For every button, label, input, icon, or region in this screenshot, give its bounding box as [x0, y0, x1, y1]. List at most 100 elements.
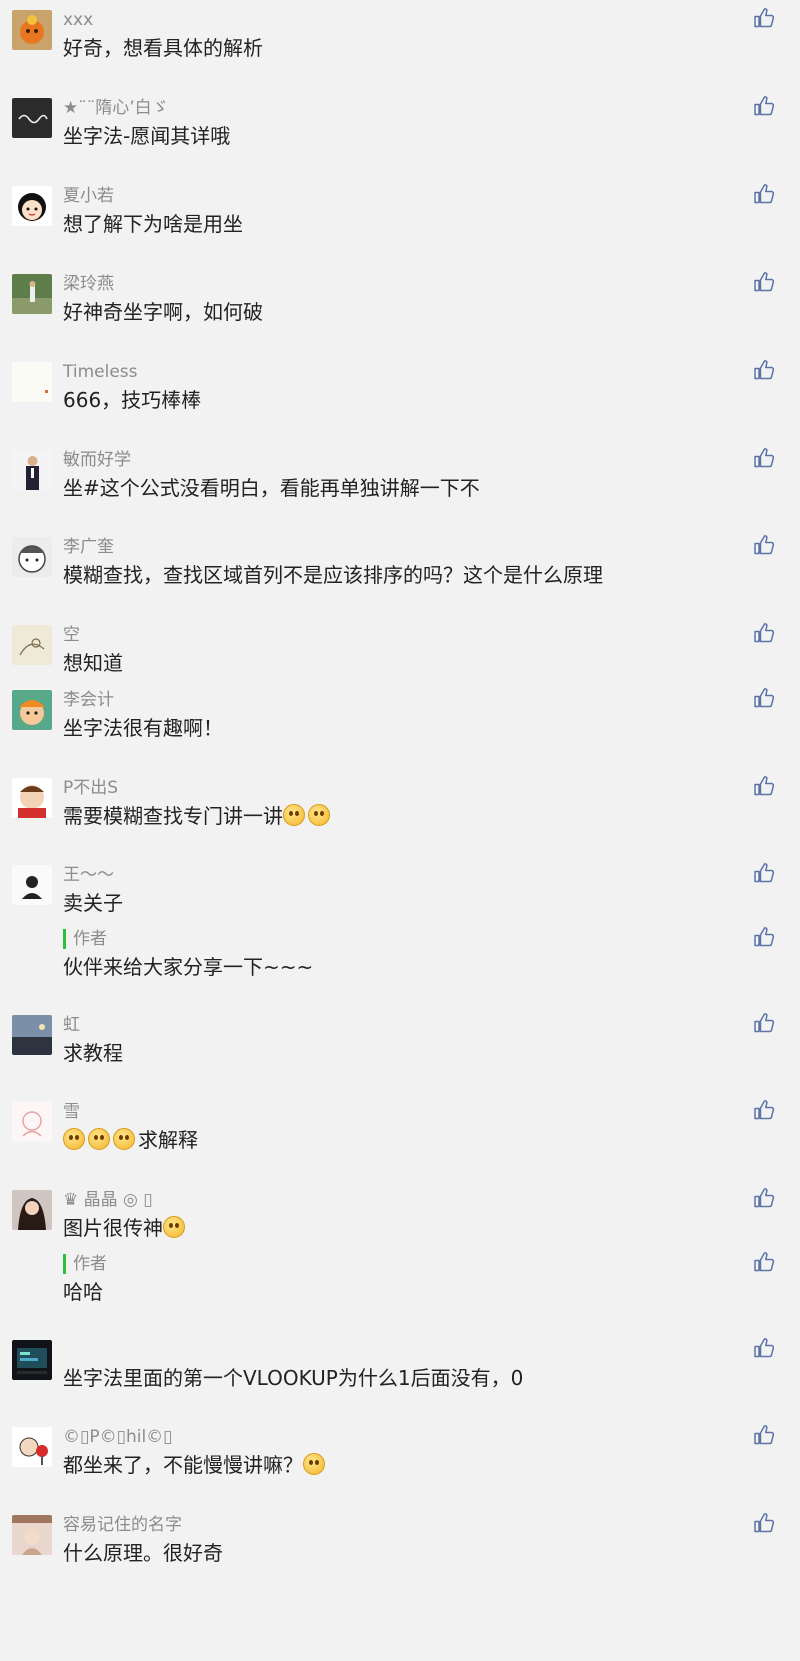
comment-text-content: 好神奇坐字啊，如何破	[63, 300, 263, 324]
comment-text: 卖关子	[63, 889, 123, 917]
avatar[interactable]	[12, 1102, 52, 1142]
comment-text-content: 求解释	[138, 1128, 198, 1152]
comment-text: 都坐来了，不能慢慢讲嘛？	[63, 1451, 328, 1479]
comment-text-content: 坐字法-愿闻其详哦	[63, 124, 231, 148]
avatar[interactable]	[12, 186, 52, 226]
comment-author-name: 王～～	[63, 865, 114, 885]
like-thumb-icon[interactable]	[752, 774, 776, 798]
author-reply-label: 作者	[63, 1254, 107, 1274]
comment-text: 好神奇坐字啊，如何破	[63, 298, 263, 326]
avatar[interactable]	[12, 537, 52, 577]
comment-item: 空想知道	[0, 615, 800, 685]
avatar[interactable]	[12, 1015, 52, 1055]
comment-text-content: 666，技巧棒棒	[63, 388, 202, 412]
like-thumb-icon[interactable]	[752, 533, 776, 557]
comment-text: 求教程	[63, 1039, 123, 1067]
comment-author-name: 李会计	[63, 690, 114, 710]
avatar[interactable]	[12, 1515, 52, 1555]
author-reply-text: 哈哈	[63, 1280, 103, 1304]
comment-text: 坐字法-愿闻其详哦	[63, 122, 230, 150]
comment-author-name: 夏小若	[63, 186, 114, 206]
grin-emoji-icon	[63, 1128, 85, 1150]
comment-text-content: 想了解下为啥是用坐	[63, 212, 243, 236]
comment-text: 模糊查找，查找区域首列不是应该排序的吗？这个是什么原理	[63, 561, 603, 589]
comment-text-content: 求教程	[63, 1041, 123, 1065]
comment-item: 雪求解释	[0, 1092, 800, 1162]
comment-item: P不出S 需要模糊查找专门讲一讲	[0, 768, 800, 838]
comment-text: 坐字法里面的第一个VLOOKUP为什么1后面没有，0	[63, 1364, 523, 1392]
reply-like-thumb-icon[interactable]	[752, 925, 776, 949]
comment-author-name: P不出S	[63, 778, 119, 798]
avatar[interactable]	[12, 362, 52, 402]
comment-text-content: 都坐来了，不能慢慢讲嘛？	[63, 1453, 303, 1477]
avatar[interactable]	[12, 274, 52, 314]
comment-text: 图片很传神	[63, 1214, 188, 1242]
like-thumb-icon[interactable]	[752, 94, 776, 118]
grin-emoji-icon	[303, 1453, 325, 1475]
comment-item: ©▯P©▯hil©▯ 都坐来了，不能慢慢讲嘛？	[0, 1417, 800, 1487]
like-thumb-icon[interactable]	[752, 621, 776, 645]
comment-text-content: 好奇，想看具体的解析	[63, 36, 263, 60]
comment-author-name: 雪	[63, 1102, 80, 1122]
avatar[interactable]	[12, 1190, 52, 1230]
grin-emoji-icon	[113, 1128, 135, 1150]
like-thumb-icon[interactable]	[752, 446, 776, 470]
like-thumb-icon[interactable]	[752, 1098, 776, 1122]
comment-list: xxx 好奇，想看具体的解析 ★¨¨隋心’白ゞ坐字法-愿闻其详哦夏小若想了解下为啥是…	[0, 0, 800, 1661]
comment-text-content: 想知道	[63, 651, 123, 675]
comment-author-name: 敏而好学	[63, 450, 131, 470]
comment-author-name: 空	[63, 625, 80, 645]
like-thumb-icon[interactable]	[752, 1011, 776, 1035]
avatar[interactable]	[12, 10, 52, 50]
comment-author-name: 梁玲燕	[63, 274, 114, 294]
comment-text: 需要模糊查找专门讲一讲	[63, 802, 333, 830]
comment-text: 想了解下为啥是用坐	[63, 210, 243, 238]
comment-author-name: ★¨¨隋心’白ゞ	[63, 98, 169, 118]
comment-text-content: 卖关子	[63, 891, 123, 915]
comment-text: 666，技巧棒棒	[63, 386, 201, 414]
comment-text-content: 什么原理。很好奇	[63, 1541, 223, 1565]
comment-text: 坐字法很有趣啊！	[63, 714, 223, 742]
comment-author-name: 虹	[63, 1015, 80, 1035]
grin-emoji-icon	[283, 804, 305, 826]
comment-item: 梁玲燕好神奇坐字啊，如何破	[0, 264, 800, 334]
comment-text-content: 需要模糊查找专门讲一讲	[63, 804, 283, 828]
reply-like-thumb-icon[interactable]	[752, 1250, 776, 1274]
comment-text: 求解释	[63, 1126, 198, 1154]
comment-item: 李广奎 模糊查找，查找区域首列不是应该排序的吗？这个是什么原理	[0, 527, 800, 597]
comment-item: 坐字法里面的第一个VLOOKUP为什么1后面没有，0	[0, 1330, 800, 1400]
comment-author-name: ♛ 晶晶 ◎ ▯	[63, 1190, 153, 1210]
like-thumb-icon[interactable]	[752, 358, 776, 382]
avatar[interactable]	[12, 865, 52, 905]
comment-author-name: Timeless	[63, 362, 138, 382]
avatar[interactable]	[12, 450, 52, 490]
like-thumb-icon[interactable]	[752, 1511, 776, 1535]
like-thumb-icon[interactable]	[752, 270, 776, 294]
avatar[interactable]	[12, 778, 52, 818]
comment-item: 敏而好学坐#这个公式没看明白，看能再单独讲解一下不	[0, 440, 800, 510]
like-thumb-icon[interactable]	[752, 182, 776, 206]
like-thumb-icon[interactable]	[752, 1423, 776, 1447]
comment-item: 容易记住的名字 什么原理。很好奇	[0, 1505, 800, 1575]
comment-item: 王～～ 卖关子 作者 伙伴来给大家分享一下~~~	[0, 855, 800, 985]
like-thumb-icon[interactable]	[752, 1336, 776, 1360]
like-thumb-icon[interactable]	[752, 686, 776, 710]
comment-author-name: ©▯P©▯hil©▯	[63, 1427, 173, 1447]
comment-text: 好奇，想看具体的解析	[63, 34, 263, 62]
avatar[interactable]	[12, 625, 52, 665]
avatar[interactable]	[12, 98, 52, 138]
author-reply-text: 伙伴来给大家分享一下~~~	[63, 955, 314, 979]
comment-item: 夏小若想了解下为啥是用坐	[0, 176, 800, 246]
comment-text-content: 图片很传神	[63, 1216, 163, 1240]
like-thumb-icon[interactable]	[752, 1186, 776, 1210]
comment-text-content: 坐#这个公式没看明白，看能再单独讲解一下不	[63, 476, 480, 500]
avatar[interactable]	[12, 1427, 52, 1467]
like-thumb-icon[interactable]	[752, 6, 776, 30]
comment-item: 李会计坐字法很有趣啊！	[0, 680, 800, 750]
comment-item: ★¨¨隋心’白ゞ坐字法-愿闻其详哦	[0, 88, 800, 158]
like-thumb-icon[interactable]	[752, 861, 776, 885]
avatar[interactable]	[12, 1340, 52, 1380]
grin-emoji-icon	[163, 1216, 185, 1238]
comment-item: xxx 好奇，想看具体的解析	[0, 0, 800, 70]
avatar[interactable]	[12, 690, 52, 730]
